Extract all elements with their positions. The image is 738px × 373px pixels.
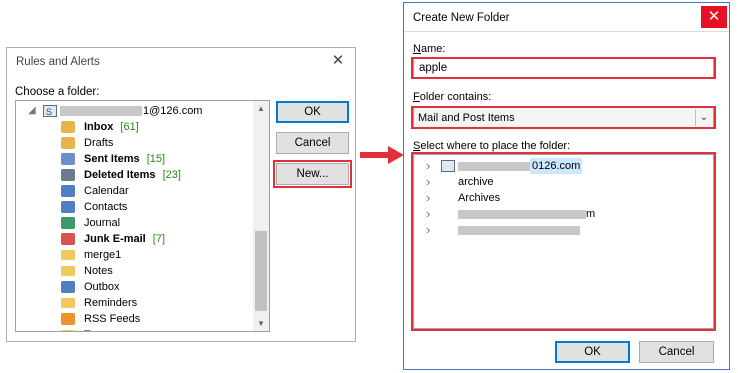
list-item[interactable]: Notes (16, 263, 254, 279)
folder-contains-label: Folder contains: (413, 91, 491, 103)
folder-label: Sent Items [15] (84, 153, 166, 165)
choose-folder-label: Choose a folder: (15, 86, 100, 98)
list-item[interactable]: Junk E-mail [7] (16, 231, 254, 247)
list-item[interactable]: Deleted Items [23] (16, 167, 254, 183)
folder-label: Calendar (84, 185, 129, 197)
list-item[interactable]: merge1 (16, 247, 254, 263)
scroll-up-icon[interactable]: ▲ (257, 104, 265, 113)
drafts-icon (61, 137, 75, 149)
red-arrow-icon (360, 146, 404, 164)
outbox-icon (61, 281, 75, 293)
create-new-folder-dialog: Create New Folder ✕ Name: apple Folder c… (403, 2, 730, 370)
contains-select-highlight (411, 106, 716, 129)
folder-label: Journal (84, 217, 121, 229)
inbox-icon (61, 121, 75, 133)
folder-label: Reminders (84, 297, 138, 309)
rules-dialog-titlebar: Rules and Alerts ✕ (7, 48, 355, 75)
ok-button[interactable]: OK (276, 101, 349, 123)
create-dialog-titlebar: Create New Folder ✕ (404, 3, 729, 32)
contacts-icon (61, 201, 75, 213)
list-item[interactable]: Ta... (16, 327, 254, 331)
rules-dialog-title: Rules and Alerts (16, 56, 100, 68)
list-item[interactable]: Outbox (16, 279, 254, 295)
rss-icon (61, 313, 75, 325)
scroll-down-icon[interactable]: ▼ (257, 319, 265, 328)
cancel-button[interactable]: Cancel (276, 132, 349, 154)
list-item[interactable]: Sent Items [15] (16, 151, 254, 167)
contains-label-text: older contains: (419, 91, 492, 103)
list-item[interactable]: Calendar (16, 183, 254, 199)
folder-label: Outbox (84, 281, 120, 293)
folder-icon (61, 266, 75, 276)
account-email-suffix: 1@126.com (143, 105, 203, 117)
rules-and-alerts-dialog: Rules and Alerts ✕ Choose a folder: ◢ S … (6, 47, 356, 342)
name-label-text: ame: (420, 43, 446, 55)
place-label-text: elect where to place the folder: (420, 140, 571, 152)
folder-label: Junk E-mail [7] (84, 233, 166, 245)
folder-label: RSS Feeds (84, 313, 141, 325)
name-label-accesskey: N (413, 43, 421, 55)
list-item[interactable]: Contacts (16, 199, 254, 215)
cancel-button[interactable]: Cancel (639, 341, 714, 363)
chevron-down-icon[interactable]: ◢ (28, 103, 36, 119)
unread-count: [23] (159, 169, 181, 181)
list-item[interactable]: RSS Feeds (16, 311, 254, 327)
place-folder-label: Select where to place the folder: (413, 140, 570, 152)
list-item[interactable]: Reminders (16, 295, 254, 311)
tree-row-account[interactable]: ◢ S 1@126.com (16, 103, 256, 119)
close-icon[interactable]: ✕ (325, 50, 351, 72)
folder-label: Inbox [61] (84, 121, 139, 133)
account-redacted (60, 106, 142, 116)
account-icon: S (43, 105, 57, 117)
folder-label: Deleted Items [23] (84, 169, 181, 181)
unread-count: [61] (117, 121, 139, 133)
unread-count: [7] (149, 233, 166, 245)
folder-label: Contacts (84, 201, 128, 213)
name-label: Name: (413, 43, 445, 55)
folder-label: Ta... (84, 327, 105, 331)
folder-icon (61, 330, 75, 331)
journal-icon (61, 217, 75, 229)
calendar-icon (61, 185, 75, 197)
list-item[interactable]: Journal (16, 215, 254, 231)
folder-label: Notes (84, 265, 113, 277)
destination-tree-highlight (411, 152, 716, 331)
sent-icon (61, 153, 75, 165)
tree-scrollbar[interactable]: ▲ ▼ (253, 101, 269, 331)
unread-count: [15] (143, 153, 166, 165)
svg-text:S: S (46, 107, 52, 117)
list-item[interactable]: Inbox [61] (16, 119, 254, 135)
folder-icon (61, 250, 75, 260)
junk-icon (61, 233, 75, 245)
deleted-icon (61, 169, 75, 181)
list-item[interactable]: Drafts (16, 135, 254, 151)
close-icon[interactable]: ✕ (701, 6, 727, 28)
ok-button[interactable]: OK (555, 341, 630, 363)
folder-label: merge1 (84, 249, 122, 261)
name-input-highlight (411, 57, 716, 79)
folder-label: Drafts (84, 137, 114, 149)
folder-tree: ◢ S 1@126.com Inbox [61] Drafts Sent Items… (15, 100, 270, 332)
new-button-highlight (273, 160, 352, 188)
create-dialog-title: Create New Folder (413, 12, 510, 24)
scrollbar-thumb[interactable] (255, 231, 267, 311)
contains-label-accesskey: F (413, 91, 420, 103)
folder-icon (61, 298, 75, 308)
